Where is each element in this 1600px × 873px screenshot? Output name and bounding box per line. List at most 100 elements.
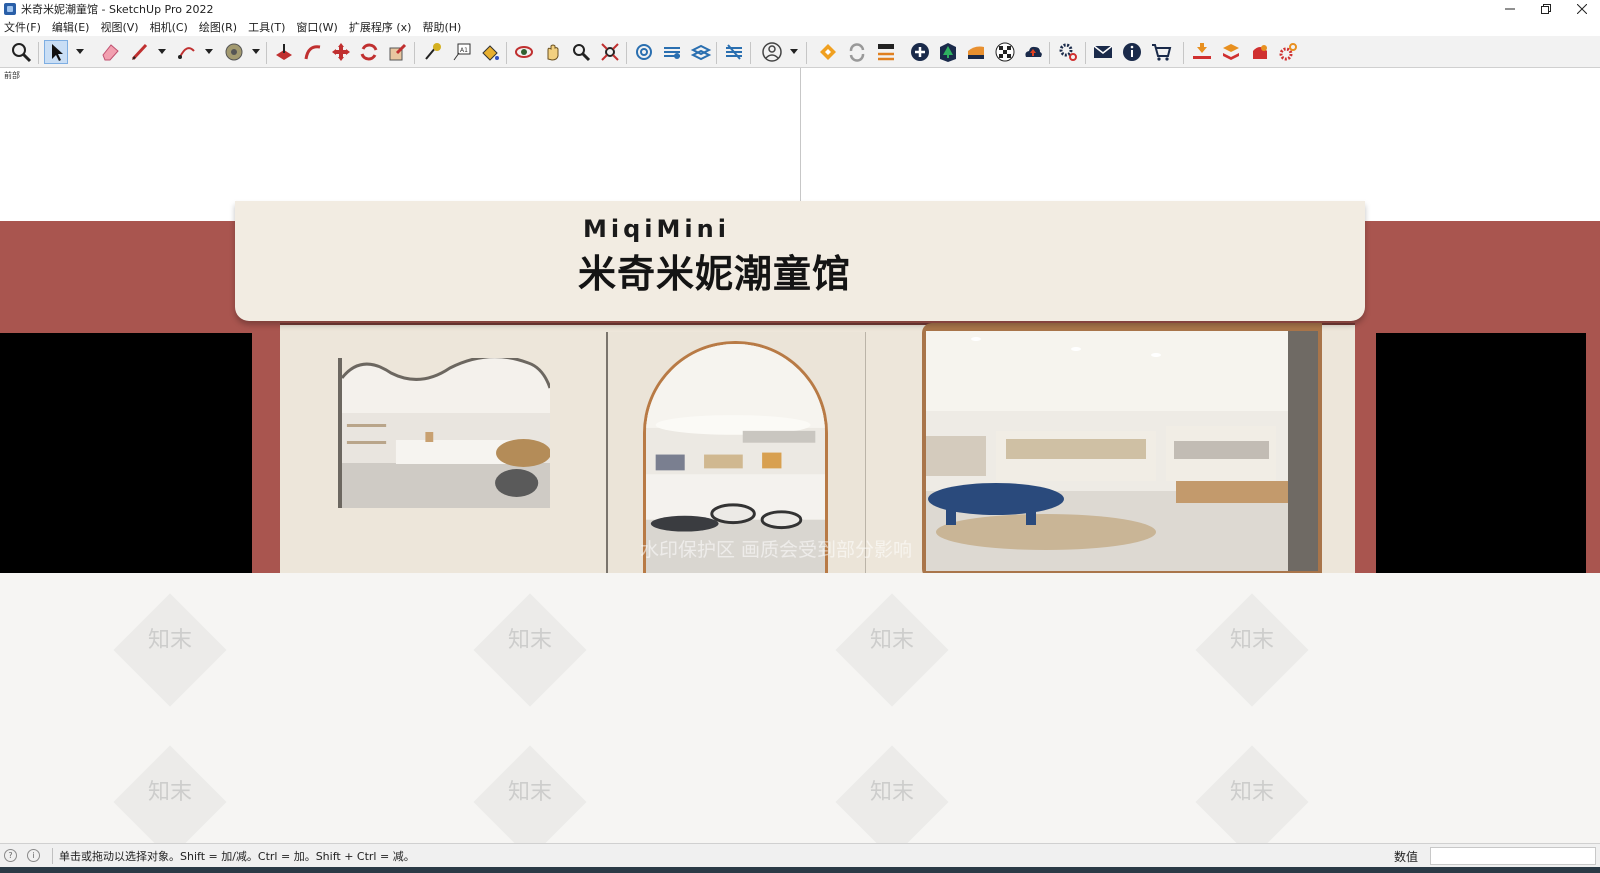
pencil-icon <box>131 43 148 61</box>
move-tool-button[interactable] <box>329 40 353 64</box>
extension-logo-button[interactable] <box>816 40 840 64</box>
layers2-icon <box>690 44 712 61</box>
menu-help[interactable]: 帮助(H) <box>422 19 461 35</box>
measurements-label: 数值 <box>1394 850 1419 864</box>
scene-tab[interactable]: 前部 <box>4 70 20 81</box>
menu-edit[interactable]: 编辑(E) <box>52 19 90 35</box>
select-tool-button[interactable] <box>44 40 68 64</box>
puzzle-button[interactable] <box>1248 40 1272 64</box>
paint-tool-button[interactable] <box>420 40 444 64</box>
watermark-logo-text: 知末 <box>1229 780 1274 805</box>
pan-tool-button[interactable] <box>541 40 565 64</box>
paint-icon <box>425 43 441 60</box>
ground-plane <box>0 573 1600 843</box>
mail-button[interactable] <box>1091 40 1115 64</box>
toolbar-separator <box>626 42 627 64</box>
account-button[interactable] <box>760 40 784 64</box>
sign-text-chinese: 米奇米妮潮童馆 <box>578 252 852 296</box>
minimize-button[interactable] <box>1492 0 1528 18</box>
menu-draw[interactable]: 绘图(R) <box>199 19 237 35</box>
chart-icon <box>968 46 984 59</box>
cloud-button[interactable] <box>1021 40 1045 64</box>
watermark-logo-text: 知末 <box>1229 628 1274 653</box>
cart-button[interactable] <box>1149 40 1173 64</box>
watermark-logo-text: 知末 <box>869 628 914 653</box>
refresh-icon <box>849 43 865 62</box>
restore-button[interactable] <box>1528 0 1564 18</box>
pushpull-tool-button[interactable] <box>272 40 296 64</box>
pencil-dropdown[interactable] <box>158 48 166 56</box>
gear-red-button[interactable] <box>1276 40 1300 64</box>
display-window-left <box>338 355 552 508</box>
menu-view[interactable]: 视图(V) <box>100 19 138 35</box>
tree-button[interactable] <box>936 40 960 64</box>
layers-button[interactable] <box>660 40 684 64</box>
import-button[interactable] <box>1190 40 1214 64</box>
menu-window[interactable]: 窗口(W) <box>296 19 337 35</box>
paint-bucket-button[interactable] <box>478 40 502 64</box>
pencil-tool-button[interactable] <box>128 40 152 64</box>
window-title: 米奇米妮潮童馆 - SketchUp Pro 2022 <box>21 3 214 16</box>
title-bar: 米奇米妮潮童馆 - SketchUp Pro 2022 <box>0 0 1600 18</box>
settings-icon <box>1059 43 1077 61</box>
move-icon <box>332 43 350 61</box>
toolbar-separator <box>1049 42 1050 64</box>
tape-dropdown[interactable] <box>252 48 260 56</box>
chart-button[interactable] <box>964 40 988 64</box>
checker-button[interactable] <box>993 40 1017 64</box>
eraser-tool-button[interactable] <box>98 40 122 64</box>
account-dropdown[interactable] <box>790 48 798 56</box>
menu-camera[interactable]: 相机(C) <box>150 19 188 35</box>
select-dropdown[interactable] <box>76 48 84 56</box>
puzzle-icon <box>1253 45 1267 59</box>
scale-icon <box>389 43 407 61</box>
geo-location-icon[interactable]: ? <box>4 849 17 862</box>
refresh-button[interactable] <box>845 40 869 64</box>
neighbor-storefront-right <box>1376 333 1586 573</box>
arc-icon <box>178 47 195 59</box>
menu-bar: 文件(F) 编辑(E) 视图(V) 相机(C) 绘图(R) 工具(T) 窗口(W… <box>0 18 1600 36</box>
toolbar-separator <box>750 42 751 64</box>
followme-icon <box>304 45 321 60</box>
sign-text-english: MiqiMini <box>583 215 730 243</box>
close-button[interactable] <box>1564 0 1600 18</box>
orbit-tool-button[interactable] <box>512 40 536 64</box>
tape-tool-button[interactable] <box>222 40 246 64</box>
add-button[interactable] <box>908 40 932 64</box>
model-viewport[interactable]: 前部 MiqiMini 米奇米妮潮童馆 知末 知末 知末 知末 知末 知末 知末… <box>0 68 1600 843</box>
layers2-button[interactable] <box>689 40 713 64</box>
text-tool-button[interactable]: A1 <box>450 40 474 64</box>
menu-file[interactable]: 文件(F) <box>4 19 41 35</box>
followme-tool-button[interactable] <box>301 40 325 64</box>
watermark-logo-text: 知末 <box>507 780 552 805</box>
settings-button[interactable] <box>1056 40 1080 64</box>
restore-icon <box>1541 4 1551 14</box>
rotate-tool-button[interactable] <box>357 40 381 64</box>
menu-extensions[interactable]: 扩展程序 (x) <box>349 19 412 35</box>
measurements-input[interactable] <box>1430 847 1596 865</box>
zoom-tool-button[interactable] <box>9 40 33 64</box>
zoom-extents-button[interactable] <box>598 40 622 64</box>
status-hint: 单击或拖动以选择对象。Shift = 加/减。Ctrl = 加。Shift + … <box>59 849 415 863</box>
extension-logo-icon <box>820 44 836 60</box>
component-button[interactable] <box>722 40 746 64</box>
credits-icon[interactable]: i <box>27 849 40 862</box>
minimize-icon <box>1505 8 1515 10</box>
arc-tool-button[interactable] <box>175 40 199 64</box>
stack-button[interactable] <box>1219 40 1243 64</box>
status-separator <box>52 847 53 864</box>
window-controls <box>1492 0 1600 18</box>
arc-dropdown[interactable] <box>205 48 213 56</box>
scale-tool-button[interactable] <box>386 40 410 64</box>
account-icon <box>762 42 782 62</box>
zoom-window-button[interactable] <box>569 40 593 64</box>
info-button[interactable] <box>1120 40 1144 64</box>
pushpull-icon <box>276 44 292 60</box>
menu-tools[interactable]: 工具(T) <box>248 19 285 35</box>
toolbar-separator <box>1183 42 1184 64</box>
paint-bucket-icon <box>482 45 499 61</box>
style-button[interactable] <box>632 40 656 64</box>
swap-button[interactable] <box>874 40 898 64</box>
toolbar-separator <box>716 42 717 64</box>
svg-text:A1: A1 <box>460 47 468 54</box>
